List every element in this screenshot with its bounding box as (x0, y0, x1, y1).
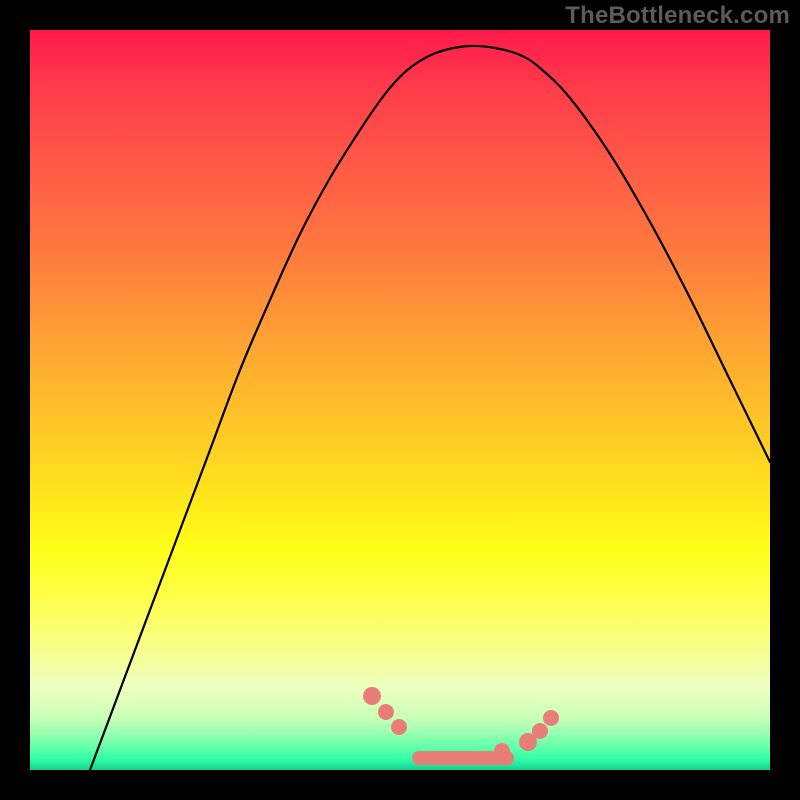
chart-svg (30, 30, 770, 770)
marker-group (363, 687, 559, 765)
marker-dot (363, 687, 381, 705)
marker-dot (378, 704, 394, 720)
watermark-text: TheBottleneck.com (565, 2, 790, 30)
bottleneck-curve (90, 46, 770, 770)
marker-dot (532, 723, 548, 739)
plot-area (30, 30, 770, 770)
marker-dot (494, 743, 510, 759)
marker-dot (543, 710, 559, 726)
marker-dot (391, 719, 407, 735)
chart-frame: TheBottleneck.com (0, 0, 800, 800)
